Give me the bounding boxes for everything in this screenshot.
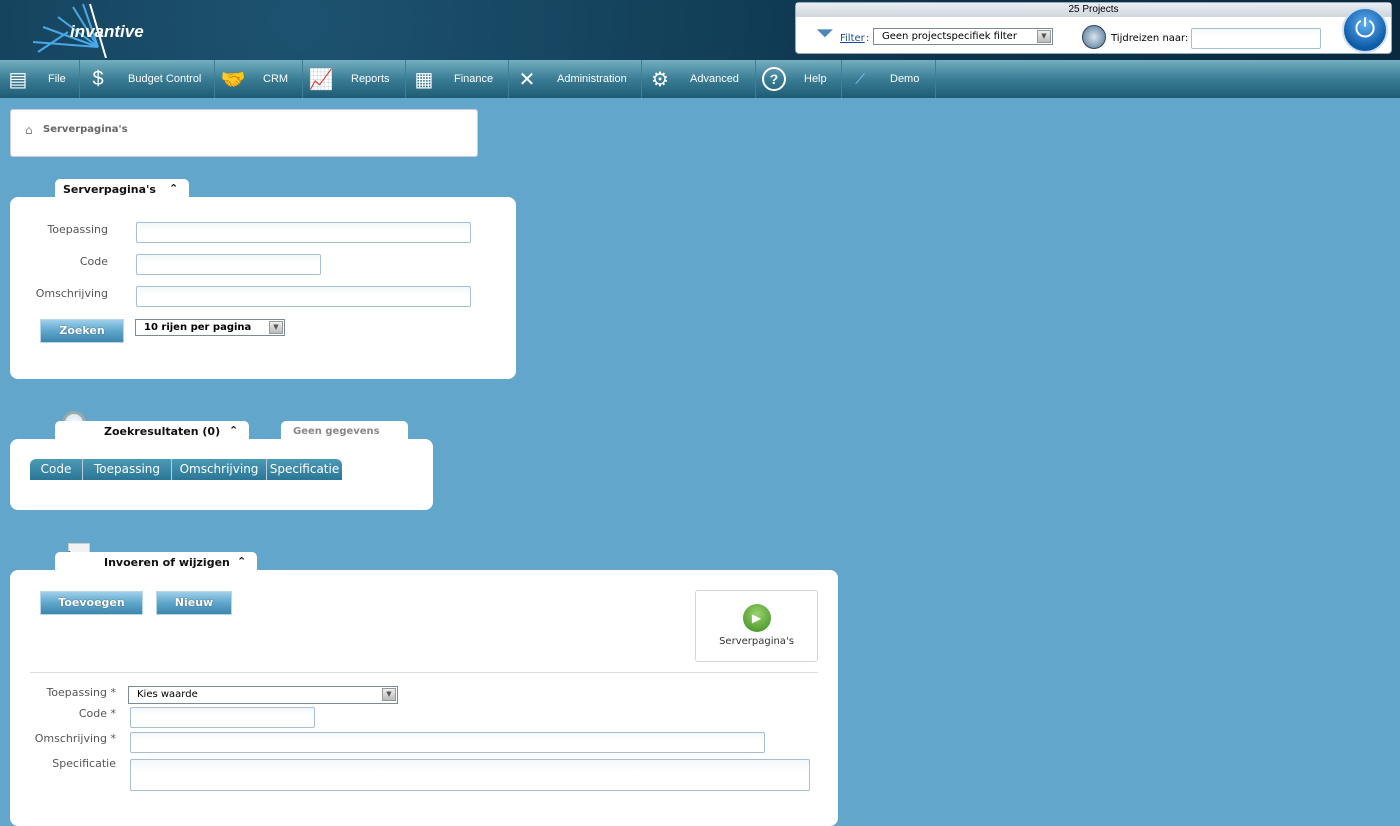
- presentation-chart-icon: 📈: [308, 68, 334, 91]
- column-header-code[interactable]: Code: [30, 459, 83, 480]
- home-icon[interactable]: ⌂: [25, 123, 33, 137]
- play-icon: ▶: [742, 604, 771, 632]
- time-travel-input[interactable]: [1191, 28, 1321, 49]
- field-label: Specificatie: [52, 757, 116, 770]
- column-header-toepassing[interactable]: Toepassing: [83, 459, 172, 480]
- power-button[interactable]: ⏻: [1342, 7, 1388, 53]
- filter-link[interactable]: Filter: [840, 33, 865, 44]
- collapse-icon[interactable]: ⌃: [237, 555, 246, 568]
- serverpages-shortcut[interactable]: ▶ Serverpagina's: [695, 590, 818, 662]
- search-panel: Toepassing Code Omschrijving Zoeken 10 r…: [10, 197, 516, 379]
- logo-text: invantive: [70, 22, 144, 41]
- field-label: Toepassing *: [46, 686, 116, 699]
- menu-reports[interactable]: 📈 Reports: [303, 60, 406, 98]
- toepassing-select[interactable]: Kies waarde ▼: [128, 686, 398, 704]
- menu-finance[interactable]: ▦ Finance: [406, 60, 509, 98]
- tab-search[interactable]: Serverpagina's ⌃: [55, 179, 189, 199]
- main-menu: ▤ File $ Budget Control 🤝 CRM 📈 Reports ▦ Fin…: [0, 60, 1400, 98]
- money-bag-icon: $: [92, 67, 104, 90]
- omschrijving-input[interactable]: [136, 286, 471, 307]
- add-button[interactable]: Toevoegen: [40, 591, 143, 615]
- menu-help[interactable]: ? Help: [756, 60, 842, 98]
- new-button[interactable]: Nieuw: [156, 591, 232, 615]
- project-filter-panel: 25 Projects ⏷ Filter : Geen projectspeci…: [795, 2, 1392, 54]
- field-label: Toepassing: [47, 223, 108, 236]
- toepassing-select-value: Kies waarde: [137, 689, 198, 700]
- menu-label: CRM: [263, 73, 289, 85]
- shortcut-label: Serverpagina's: [719, 636, 794, 647]
- calculator-icon: ▦: [414, 68, 434, 91]
- tab-no-data[interactable]: Geen gegevens: [281, 421, 408, 441]
- menu-demo[interactable]: ⟋ Demo: [842, 60, 936, 98]
- tools-icon: ✕: [518, 68, 536, 91]
- menu-label: Administration: [557, 73, 627, 85]
- menu-administration[interactable]: ✕ Administration: [509, 60, 642, 98]
- filter-colon: :: [866, 33, 870, 44]
- results-panel: Code Toepassing Omschrijving Specificati…: [10, 439, 433, 510]
- menu-label: Advanced: [690, 73, 739, 85]
- dropdown-arrow-icon: ▼: [1037, 30, 1051, 43]
- collapse-icon[interactable]: ⌃: [229, 424, 238, 437]
- invantive-logo-icon: ⟋: [855, 70, 865, 87]
- time-travel-label: Tijdreizen naar:: [1111, 33, 1189, 44]
- code-input[interactable]: [130, 707, 315, 728]
- menu-label: File: [48, 73, 66, 85]
- column-header-specificatie[interactable]: Specificatie: [267, 459, 342, 480]
- tab-edit[interactable]: Invoeren of wijzigen ⌃: [55, 552, 257, 572]
- menu-crm[interactable]: 🤝 CRM: [215, 60, 303, 98]
- search-button[interactable]: Zoeken: [40, 319, 124, 343]
- toepassing-input[interactable]: [136, 222, 471, 243]
- column-header-omschrijving[interactable]: Omschrijving: [172, 459, 267, 480]
- menu-advanced[interactable]: ⚙ Advanced: [642, 60, 756, 98]
- field-label: Omschrijving *: [34, 732, 116, 745]
- field-label: Code: [79, 255, 108, 268]
- dropdown-arrow-icon: ▼: [269, 321, 283, 334]
- menu-file[interactable]: ▤ File: [0, 60, 80, 98]
- code-input[interactable]: [136, 254, 321, 275]
- menu-label: Help: [804, 73, 827, 85]
- omschrijving-input[interactable]: [130, 732, 765, 753]
- dropdown-arrow-icon: ▼: [382, 688, 396, 701]
- menu-budget-control[interactable]: $ Budget Control: [80, 60, 215, 98]
- project-filter-select[interactable]: Geen projectspecifiek filter ▼: [873, 28, 1053, 45]
- menu-label: Budget Control: [128, 73, 202, 85]
- breadcrumb-item[interactable]: Serverpagina's: [43, 124, 128, 135]
- tab-search-results[interactable]: Zoekresultaten (0) ⌃: [55, 421, 249, 441]
- tab-title: Invoeren of wijzigen: [104, 555, 230, 569]
- tab-title: Serverpagina's: [63, 182, 156, 196]
- field-label: Code *: [78, 707, 116, 720]
- handshake-icon: 🤝: [220, 68, 246, 91]
- gears-icon: ⚙: [651, 68, 669, 91]
- breadcrumb: ⌂ Serverpagina's: [10, 109, 478, 157]
- projects-count: 25 Projects: [796, 3, 1391, 17]
- menu-label: Demo: [890, 73, 920, 85]
- help-icon: ?: [762, 67, 786, 91]
- funnel-icon: ⏷: [816, 21, 834, 46]
- project-filter-value: Geen projectspecifiek filter: [882, 31, 1017, 42]
- tab-title: Geen gegevens: [293, 425, 380, 437]
- specificatie-textarea[interactable]: [130, 759, 810, 791]
- rows-per-page-select[interactable]: 10 rijen per pagina ▼: [135, 319, 285, 336]
- menu-label: Finance: [454, 73, 494, 85]
- time-travel-icon: [1082, 25, 1106, 49]
- tab-title: Zoekresultaten (0): [104, 424, 221, 438]
- file-cabinet-icon: ▤: [8, 68, 28, 91]
- collapse-icon[interactable]: ⌃: [169, 182, 178, 195]
- menu-label: Reports: [351, 73, 390, 85]
- header: invantive 25 Projects ⏷ Filter : Geen pr…: [0, 0, 1400, 60]
- edit-panel: Toevoegen Nieuw ▶ Serverpagina's Toepass…: [10, 570, 838, 826]
- rows-per-page-value: 10 rijen per pagina: [144, 322, 252, 333]
- divider: [30, 672, 818, 673]
- field-label: Omschrijving: [35, 287, 108, 300]
